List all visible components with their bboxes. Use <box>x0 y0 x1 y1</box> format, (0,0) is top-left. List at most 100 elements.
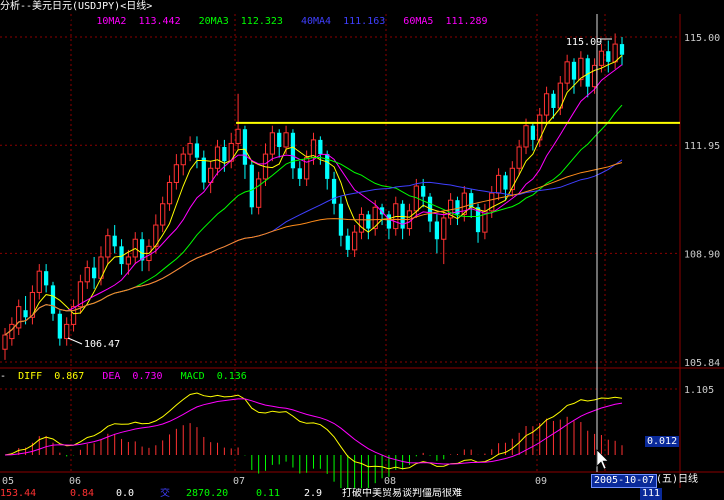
month-label: 07 <box>233 476 245 487</box>
ma10-line <box>4 64 623 336</box>
candle-body-down <box>23 310 28 318</box>
low-marker: 106.47 <box>84 339 120 350</box>
candle-body-up <box>269 132 275 155</box>
candle-body-down <box>249 164 254 208</box>
candle-body-down <box>366 214 371 229</box>
chart-window[interactable]: 115.00111.95108.90105.84050607080910115.… <box>0 0 724 500</box>
candle-body-down <box>50 285 56 314</box>
ma2-legend: 10MA2 113.442 <box>96 16 181 27</box>
macd-legend: - DIFF 0.867 DEA 0.730 MACD 0.136 <box>0 370 259 384</box>
ma4-legend: 40MA4 111.163 <box>300 16 386 27</box>
candle-body-up <box>235 128 241 144</box>
candle-body-down <box>194 143 200 158</box>
ma60-line <box>4 162 623 336</box>
candle-body-up <box>591 64 598 88</box>
period-label[interactable]: 日线 <box>678 474 698 486</box>
candle-body-down <box>571 61 577 80</box>
candle-body-up <box>70 306 77 325</box>
cursor-date: 2005-10-07 <box>591 474 658 488</box>
diff-legend: DIFF 0.867 <box>18 371 85 382</box>
candle-body-down <box>290 132 296 169</box>
candle-body-down <box>242 129 248 165</box>
status-alert[interactable]: 111 <box>640 488 663 500</box>
candle-body-down <box>386 214 392 229</box>
candle-body-down <box>530 125 536 140</box>
candle-body-down <box>139 239 145 261</box>
candle-body-down <box>112 235 117 247</box>
macd-current-badge: 0.012 <box>645 436 680 447</box>
status-index-change: 0.11 <box>256 488 281 499</box>
month-label: 05 <box>2 476 14 487</box>
status-trade: 交 <box>160 488 170 499</box>
candle-body-down <box>421 186 426 197</box>
candle-body-down <box>551 93 556 108</box>
crosshair-cursor <box>596 14 609 472</box>
low-marker-arrow <box>67 337 83 345</box>
candle-body-down <box>434 221 440 240</box>
candle-body-down <box>318 139 323 155</box>
candle-body-up <box>612 43 618 63</box>
price-axis-label: 111.95 <box>684 141 720 152</box>
candle-body-up <box>523 125 529 148</box>
candle-body-up <box>516 146 522 169</box>
candle-body-up <box>16 306 22 329</box>
macd-panel <box>4 392 623 500</box>
window-title: 分析--美元日元(USDJPY)<日线> <box>0 1 153 12</box>
candle-body-up <box>160 203 166 226</box>
candle-body-up <box>598 50 605 66</box>
candle-body-up <box>36 270 42 293</box>
status-pct: 0.0 <box>116 488 135 499</box>
month-label: 06 <box>69 476 81 487</box>
candle-body-up <box>495 174 502 194</box>
candle-body-down <box>297 168 302 179</box>
candle-body-up <box>214 146 221 169</box>
candle-body-up <box>441 217 447 240</box>
candle-body-up <box>2 334 8 350</box>
candle-body-up <box>578 57 584 81</box>
candle-body-up <box>256 178 262 208</box>
candle-body-up <box>173 164 180 183</box>
status-change: 0.84 <box>70 488 95 499</box>
price-axis-label: 105.84 <box>684 358 720 369</box>
candle-body-down <box>345 235 350 250</box>
ma-legend: 5MA1 113.834 10MA2 113.442 20MA3 112.323… <box>0 15 500 29</box>
status-index-pct: 2.9 <box>304 488 323 499</box>
moving-average-lines <box>4 55 680 336</box>
price-chart[interactable]: 115.00111.95108.90105.84050607080910115.… <box>0 0 724 500</box>
candle-body-down <box>222 146 227 162</box>
candle-body-down <box>606 51 611 62</box>
price-axis-label: 108.90 <box>684 249 720 260</box>
candle-body-up <box>64 323 70 340</box>
ma40-line <box>4 159 623 336</box>
candle-body-down <box>91 267 97 279</box>
candle-body-up <box>310 139 317 159</box>
candle-body-up <box>543 93 550 116</box>
ma3-legend: 20MA3 112.323 <box>198 16 283 27</box>
ma5-line <box>4 55 623 336</box>
candle-body-up <box>166 181 173 205</box>
candle-body-up <box>304 157 310 180</box>
cursor-weekday: (五) <box>656 474 679 485</box>
price-axis-label: 115.00 <box>684 33 720 44</box>
candle-body-down <box>201 157 206 183</box>
candles <box>2 33 625 360</box>
macd-value-legend: MACD 0.136 <box>180 371 247 382</box>
candle-body-down <box>619 44 625 55</box>
candle-body-up <box>180 153 186 166</box>
candle-body-down <box>331 178 337 204</box>
candle-body-up <box>105 235 111 258</box>
month-label: 09 <box>535 476 547 487</box>
status-index: 2870.20 <box>186 488 229 499</box>
candle-body-up <box>358 213 365 233</box>
mouse-pointer-icon <box>596 449 609 470</box>
dea-line <box>4 398 623 465</box>
candle-body-down <box>325 154 330 179</box>
candle-body-up <box>283 132 289 148</box>
candle-body-up <box>352 231 358 251</box>
axes: 115.00111.95108.90105.84050607080910115.… <box>2 33 720 487</box>
candle-body-up <box>564 61 570 84</box>
month-label: 08 <box>384 476 396 487</box>
status-news-ticker[interactable]: 打破中美贸易谈判僵局很难 <box>342 488 462 500</box>
candle-body-up <box>187 142 193 155</box>
ma1-legend: 5MA1 113.834 <box>0 16 79 27</box>
